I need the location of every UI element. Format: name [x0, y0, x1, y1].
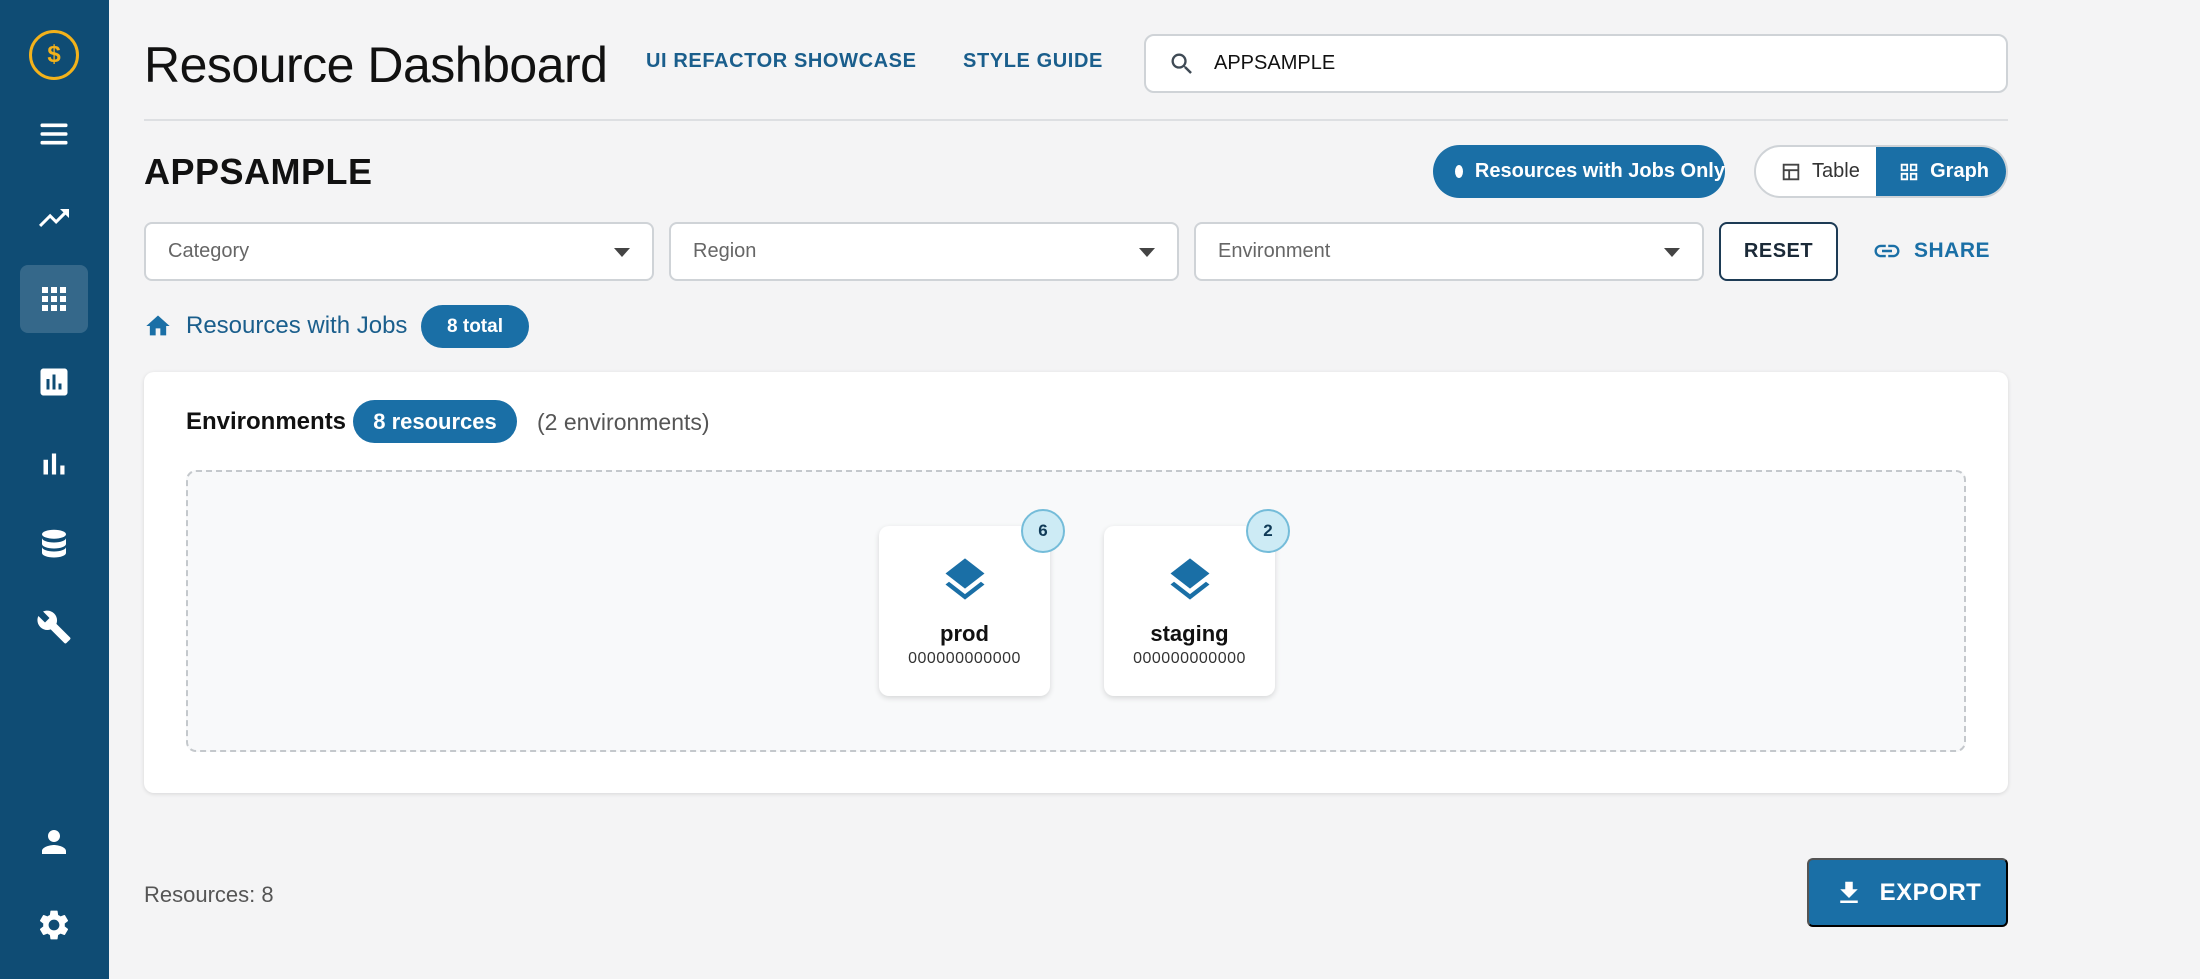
breadcrumb[interactable]: Resources with Jobs — [144, 312, 407, 340]
layers-icon — [945, 558, 985, 600]
sidebar-item-settings[interactable] — [20, 891, 88, 959]
grid-view-icon — [1900, 163, 1918, 180]
node-name: staging — [1150, 621, 1229, 646]
bar-chart-icon — [43, 453, 65, 475]
hamburger-icon — [40, 123, 68, 145]
node-id: 000000000000 — [1133, 650, 1246, 667]
chevron-down-icon — [614, 248, 630, 257]
total-badge: 8 total — [421, 305, 529, 348]
sidebar-item-database[interactable] — [20, 510, 88, 578]
resources-badge: 8 resources — [353, 400, 517, 443]
resources-with-jobs-toggle[interactable]: Resources with Jobs Only — [1433, 145, 1725, 198]
search-input[interactable] — [1214, 52, 1974, 75]
breadcrumb-label: Resources with Jobs — [186, 312, 408, 339]
region-placeholder: Region — [693, 240, 757, 262]
node-name: prod — [940, 621, 989, 646]
chevron-down-icon — [1139, 248, 1155, 257]
sidebar-item-reports[interactable] — [20, 348, 88, 416]
sidebar-item-tools[interactable] — [20, 593, 88, 661]
table-view-label: Table — [1812, 160, 1860, 182]
environment-count: (2 environments) — [537, 409, 710, 435]
grid-icon — [42, 287, 66, 311]
node-count-badge: 2 — [1246, 509, 1290, 553]
app-title: Resource Dashboard — [144, 37, 608, 93]
app-logo[interactable]: $ — [29, 30, 79, 80]
reset-button[interactable]: RESET — [1719, 222, 1838, 281]
page-title: APPSAMPLE — [144, 151, 373, 192]
sidebar-item-profile[interactable] — [20, 808, 88, 876]
header-divider — [144, 119, 2008, 121]
environments-heading: Environments — [186, 408, 347, 435]
region-select[interactable]: Region — [669, 222, 1179, 281]
toggle-dot-icon — [1455, 165, 1463, 178]
chevron-down-icon — [1664, 248, 1680, 257]
link-icon — [1874, 244, 1900, 258]
download-icon — [1839, 881, 1858, 903]
nav-link-style-guide[interactable]: STYLE GUIDE — [963, 50, 1103, 73]
environment-node-prod[interactable]: prod 000000000000 — [879, 526, 1050, 696]
share-label: SHARE — [1914, 239, 1991, 262]
resources-count: Resources: 8 — [144, 882, 274, 907]
database-icon — [42, 529, 66, 558]
home-icon — [146, 315, 170, 336]
nav-link-ui-refactor-showcase[interactable]: UI REFACTOR SHOWCASE — [646, 50, 917, 73]
table-icon — [1782, 163, 1800, 180]
view-mode-switch: Table Graph — [1754, 145, 2008, 198]
sidebar-item-trends[interactable] — [20, 184, 88, 252]
layers-icon — [1170, 558, 1210, 600]
environment-graph-area — [186, 470, 1966, 752]
logo-symbol: $ — [47, 41, 61, 68]
node-count-badge: 6 — [1021, 509, 1065, 553]
graph-view-label: Graph — [1930, 160, 1990, 182]
environment-node-staging[interactable]: staging 000000000000 — [1104, 526, 1275, 696]
category-placeholder: Category — [168, 240, 250, 262]
wrench-icon — [37, 610, 71, 644]
category-select[interactable]: Category — [144, 222, 654, 281]
export-button[interactable]: EXPORT — [1807, 858, 2008, 927]
sidebar-item-analytics[interactable] — [20, 430, 88, 498]
environment-select[interactable]: Environment — [1194, 222, 1704, 281]
sidebar-item-apps[interactable] — [20, 265, 88, 333]
node-id: 000000000000 — [908, 650, 1021, 667]
environment-placeholder: Environment — [1218, 240, 1331, 262]
search-icon — [1171, 53, 1192, 74]
gear-icon — [39, 910, 69, 940]
trending-up-icon — [39, 209, 69, 227]
share-button[interactable]: SHARE — [1872, 236, 1990, 266]
sidebar-item-menu[interactable] — [20, 100, 88, 168]
graph-view-button[interactable]: Graph — [1876, 147, 2006, 196]
search-bar — [1144, 34, 2008, 93]
report-chart-icon — [40, 368, 68, 396]
user-icon — [42, 830, 66, 854]
sidebar: $ — [0, 0, 109, 979]
jobs-toggle-label: Resources with Jobs Only — [1474, 160, 1725, 182]
table-view-button[interactable]: Table — [1756, 147, 1876, 196]
export-label: EXPORT — [1879, 878, 1982, 906]
